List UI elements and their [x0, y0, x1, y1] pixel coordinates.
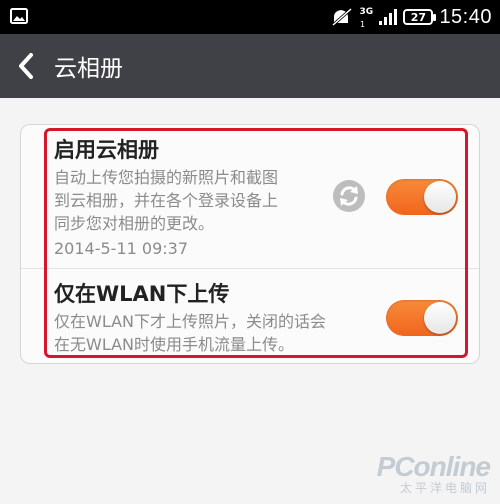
setting-description: 仅在WLAN下才上传照片，关闭的话会 在无WLAN时使用手机流量上传。: [54, 310, 384, 356]
setting-enable-cloud-album: 启用云相册 自动上传您拍摄的新照片和截图 到云相册，并在各个登录设备上 同步您对…: [54, 134, 324, 260]
description-line: 自动上传您拍摄的新照片和截图: [54, 168, 279, 187]
title-bar: 云相册: [0, 34, 500, 98]
gallery-icon: [10, 8, 28, 24]
back-button[interactable]: [0, 34, 52, 98]
chevron-left-icon: [19, 53, 33, 79]
description-line: 同步您对相册的更改。: [54, 214, 215, 233]
description-line: 到云相册，并在各个登录设备上: [54, 191, 279, 210]
svg-text:1: 1: [360, 20, 365, 29]
setting-title: 启用云相册: [54, 138, 159, 162]
signal-icon: 3G 1: [359, 5, 398, 29]
toggle-knob: [424, 181, 456, 213]
setting-title: 仅在WLAN下上传: [54, 282, 230, 306]
status-bar: 3G 1 27 15:40: [0, 0, 500, 34]
page-title: 云相册: [54, 56, 123, 82]
battery-icon: 27: [403, 9, 437, 25]
mute-icon: [332, 7, 353, 27]
description-line: 仅在WLAN下才上传照片，关闭的话会: [54, 312, 327, 331]
sync-icon[interactable]: [332, 179, 366, 213]
setting-description: 自动上传您拍摄的新照片和截图 到云相册，并在各个登录设备上 同步您对相册的更改。…: [54, 166, 324, 260]
divider: [21, 268, 479, 269]
clock: 15:40: [439, 5, 492, 28]
wlan-only-toggle[interactable]: [386, 300, 458, 336]
sync-timestamp: 2014-5-11 09:37: [54, 239, 188, 258]
enable-cloud-album-toggle[interactable]: [386, 179, 458, 215]
watermark: PConline 太平洋电脑网: [377, 451, 491, 496]
battery-level: 27: [410, 10, 427, 24]
toggle-knob: [424, 302, 456, 334]
setting-wlan-only: 仅在WLAN下上传 仅在WLAN下才上传照片，关闭的话会 在无WLAN时使用手机…: [54, 278, 384, 356]
description-line: 在无WLAN时使用手机流量上传。: [54, 335, 295, 354]
